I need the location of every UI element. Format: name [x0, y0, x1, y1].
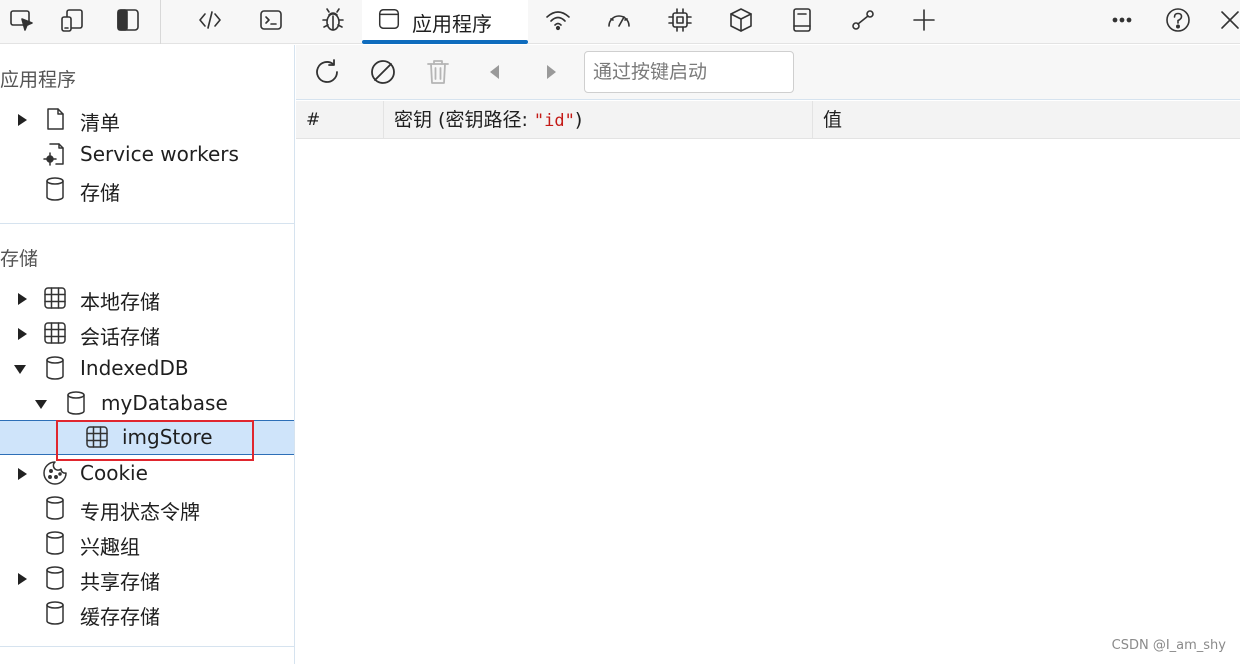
sidebar-item-label: 清单 — [80, 111, 120, 135]
column-header-key[interactable]: 密钥 (密钥路径: "id") — [384, 101, 813, 139]
database-icon — [41, 529, 69, 557]
database-icon — [41, 599, 69, 627]
sidebar-item-label: 专用状态令牌 — [80, 500, 200, 524]
key-header-prefix: 密钥 (密钥路径: — [394, 109, 534, 131]
database-icon — [41, 175, 69, 203]
database-icon — [41, 354, 69, 382]
refresh-button[interactable] — [310, 55, 344, 89]
sidebar-item-interest-groups[interactable]: 兴趣组 — [0, 526, 294, 561]
column-header-index[interactable]: # — [296, 101, 384, 139]
column-header-value[interactable]: 值 — [813, 101, 1240, 139]
trash-icon — [427, 60, 449, 84]
database-icon — [62, 389, 90, 417]
next-page-button[interactable] — [534, 55, 568, 89]
data-table-header: # 密钥 (密钥路径: "id") 值 — [296, 101, 1240, 139]
add-icon[interactable] — [902, 0, 946, 40]
delete-selected-button[interactable] — [421, 55, 455, 89]
database-icon — [41, 494, 69, 522]
sidebar-item-local-storage[interactable]: 本地存储 — [0, 281, 294, 316]
active-tab-indicator — [362, 40, 528, 44]
expand-caret-icon[interactable] — [15, 112, 29, 126]
sidebar-item-label: 共享存储 — [80, 570, 160, 594]
more-options-icon[interactable] — [1100, 0, 1144, 40]
device-emulation-icon[interactable] — [50, 0, 94, 40]
sources-icon[interactable] — [311, 0, 355, 40]
section-title-storage: 存储 — [0, 248, 39, 270]
expand-caret-icon[interactable] — [15, 326, 29, 340]
more-tools-icon[interactable] — [841, 0, 885, 40]
cookie-icon — [41, 459, 69, 487]
start-from-key-input[interactable] — [584, 51, 794, 93]
application-sidebar: 应用程序 清单 Service workers 存储 存储 本地存储 会话存储 … — [0, 45, 295, 664]
grid-icon — [41, 284, 69, 312]
network-icon[interactable] — [536, 0, 580, 40]
close-icon[interactable] — [1208, 0, 1240, 40]
clear-object-store-button[interactable] — [366, 55, 400, 89]
sidebar-item-storage[interactable]: 存储 — [0, 172, 294, 207]
key-path-value: "id" — [533, 111, 575, 131]
console-icon[interactable] — [249, 0, 293, 40]
annotation-highlight-box — [56, 420, 254, 461]
tab-application[interactable]: 应用程序 — [362, 0, 528, 44]
sidebar-item-shared-storage[interactable]: 共享存储 — [0, 561, 294, 596]
elements-icon[interactable] — [188, 0, 232, 40]
key-header-suffix: ) — [574, 109, 583, 131]
sidebar-item-label: Service workers — [80, 142, 239, 166]
triangle-right-icon — [547, 65, 556, 79]
inspect-icon[interactable] — [0, 0, 44, 40]
application-icon — [374, 4, 404, 34]
memory-icon[interactable] — [658, 0, 702, 40]
section-divider — [0, 223, 294, 224]
sidebar-item-label: Cookie — [80, 461, 148, 485]
sidebar-item-session-storage[interactable]: 会话存储 — [0, 316, 294, 351]
page-icon — [41, 105, 69, 133]
sidebar-item-label: 本地存储 — [80, 290, 160, 314]
tab-application-label: 应用程序 — [412, 12, 492, 36]
sidebar-item-indexeddb[interactable]: IndexedDB — [0, 351, 294, 386]
sidebar-item-label: IndexedDB — [80, 356, 189, 380]
devtools-tab-bar: 应用程序 — [0, 0, 1240, 44]
triangle-left-icon — [490, 65, 499, 79]
dock-toggle-icon[interactable] — [106, 0, 150, 40]
sidebar-item-cookie[interactable]: Cookie — [0, 456, 294, 491]
help-icon[interactable] — [1156, 0, 1200, 40]
welcome-icon[interactable] — [780, 0, 824, 40]
section-title-application: 应用程序 — [0, 69, 77, 91]
collapse-caret-icon[interactable] — [13, 361, 27, 375]
collapse-caret-icon[interactable] — [34, 396, 48, 410]
refresh-icon — [316, 59, 338, 83]
previous-page-button[interactable] — [478, 55, 512, 89]
data-toolbar — [296, 45, 1240, 100]
gear-page-icon — [41, 140, 69, 168]
expand-caret-icon[interactable] — [15, 571, 29, 585]
sidebar-item-manifest[interactable]: 清单 — [0, 102, 294, 137]
sidebar-item-cache-storage[interactable]: 缓存存储 — [0, 596, 294, 631]
sidebar-item-label: 存储 — [80, 181, 120, 205]
sidebar-item-label: 兴趣组 — [80, 535, 140, 559]
watermark: CSDN @I_am_shy — [1111, 638, 1226, 653]
toolbar-separator — [160, 0, 161, 44]
expand-caret-icon[interactable] — [15, 466, 29, 480]
sidebar-item-label: 缓存存储 — [80, 605, 160, 629]
sidebar-item-label: 会话存储 — [80, 325, 160, 349]
grid-icon — [41, 319, 69, 347]
3d-view-icon[interactable] — [719, 0, 763, 40]
expand-caret-icon[interactable] — [15, 291, 29, 305]
sidebar-item-label: myDatabase — [101, 391, 228, 415]
sidebar-item-private-state-tokens[interactable]: 专用状态令牌 — [0, 491, 294, 526]
sidebar-item-service-workers[interactable]: Service workers — [0, 137, 294, 172]
sidebar-item-mydatabase[interactable]: myDatabase — [0, 386, 294, 421]
section-divider — [0, 646, 294, 647]
database-icon — [41, 564, 69, 592]
block-icon — [371, 60, 395, 84]
performance-icon[interactable] — [597, 0, 641, 40]
